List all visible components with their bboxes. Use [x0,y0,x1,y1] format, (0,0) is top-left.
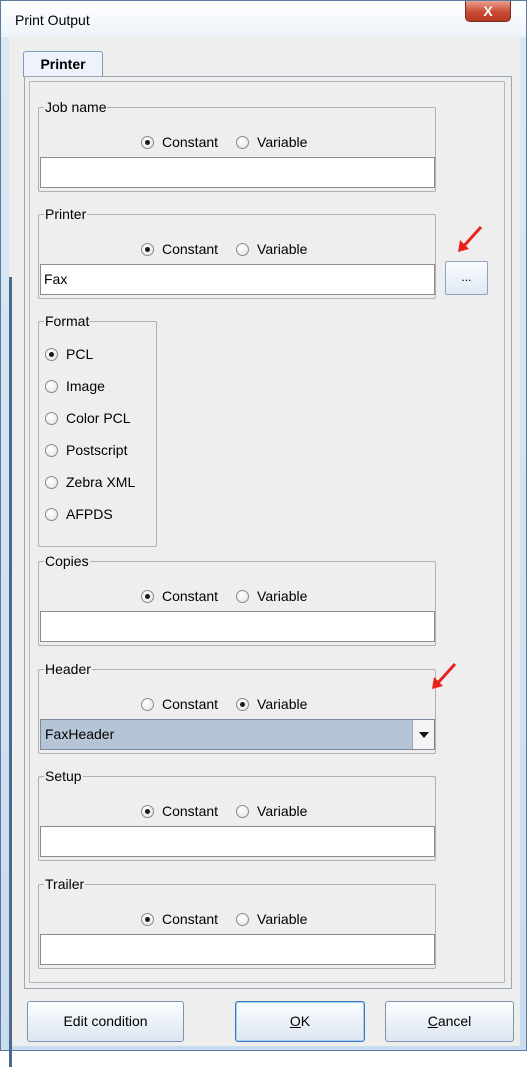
printer-constant-label: Constant [162,241,219,257]
format-option-image[interactable]: Image [45,376,123,396]
format-option-postscript[interactable]: Postscript [45,440,145,460]
header-dropdown[interactable]: FaxHeader [40,719,435,750]
setup-variable-label: Variable [257,803,308,819]
job-name-constant-label: Constant [162,134,219,150]
job-name-variable-radio[interactable] [236,135,250,149]
header-constant-label: Constant [162,696,219,712]
job-name-group: Job name Constant Variable [38,99,436,192]
browse-printer-button[interactable]: ... [445,261,488,295]
format-image-radio[interactable] [45,379,58,393]
cancel-mnemonic: C [427,1013,438,1029]
copies-group: Copies Constant Variable [38,553,436,646]
copies-constant-radio[interactable] [141,589,154,603]
job-name-radio-row: Constant Variable [141,132,325,152]
format-option-zebra-xml[interactable]: Zebra XML [45,472,153,492]
setup-legend: Setup [44,768,83,784]
format-postscript-label: Postscript [66,442,128,458]
left-edge-stripe [9,277,12,1067]
printer-tab-panel: Job name Constant Variable Printer Const… [24,76,512,989]
format-color-pcl-radio[interactable] [45,411,58,425]
setup-constant-radio[interactable] [141,804,154,818]
job-name-variable-label: Variable [257,134,308,150]
header-radio-row: Constant Variable [141,694,325,714]
cancel-button[interactable]: Cancel [385,1001,514,1042]
format-pcl-radio[interactable] [45,347,58,361]
header-dropdown-value: FaxHeader [45,726,115,742]
red-arrow-icon [432,662,457,689]
header-group: Header Constant Variable FaxHeader [38,661,436,754]
header-constant-radio[interactable] [141,697,154,711]
trailer-group: Trailer Constant Variable [38,876,436,969]
format-option-pcl[interactable]: PCL [45,344,111,364]
setup-group: Setup Constant Variable [38,768,436,861]
printer-input[interactable]: Fax [40,264,435,295]
printer-legend: Printer [44,206,88,222]
format-group: Format PCL Image Color PCL Postscript Ze… [38,313,157,547]
trailer-variable-radio[interactable] [236,912,250,926]
copies-variable-radio[interactable] [236,589,250,603]
format-legend: Format [44,313,91,329]
format-afpds-radio[interactable] [45,507,58,521]
title-bar: Print Output X [1,1,526,37]
printer-group: Printer Constant Variable Fax [38,206,436,299]
dialog-body: Printer Job name Constant Variable Print… [9,37,520,1067]
format-afpds-label: AFPDS [66,506,113,522]
header-variable-radio[interactable] [236,697,250,711]
format-zebra-xml-radio[interactable] [45,475,58,489]
setup-variable-radio[interactable] [236,804,250,818]
copies-constant-label: Constant [162,588,219,604]
printer-constant-radio[interactable] [141,242,154,256]
format-color-pcl-label: Color PCL [66,410,131,426]
trailer-input[interactable] [40,934,435,965]
ok-mnemonic: O [289,1013,301,1029]
close-button[interactable]: X [465,1,511,22]
copies-variable-label: Variable [257,588,308,604]
red-arrow-icon [458,225,483,252]
tab-printer[interactable]: Printer [23,51,103,77]
copies-radio-row: Constant Variable [141,586,325,606]
trailer-radio-row: Constant Variable [141,909,325,929]
trailer-constant-label: Constant [162,911,219,927]
job-name-constant-radio[interactable] [141,135,154,149]
format-option-afpds[interactable]: AFPDS [45,504,131,524]
header-variable-label: Variable [257,696,308,712]
format-option-color-pcl[interactable]: Color PCL [45,408,149,428]
setup-input[interactable] [40,826,435,857]
trailer-legend: Trailer [44,876,86,892]
printer-variable-radio[interactable] [236,242,250,256]
job-name-input[interactable] [40,157,435,188]
trailer-variable-label: Variable [257,911,308,927]
trailer-constant-radio[interactable] [141,912,154,926]
print-output-dialog: Print Output X Printer Job name Constant… [0,0,527,1067]
printer-variable-label: Variable [257,241,308,257]
ok-button[interactable]: OK [235,1001,365,1042]
edit-condition-button[interactable]: Edit condition [27,1001,184,1042]
format-pcl-label: PCL [66,346,94,362]
header-legend: Header [44,661,92,677]
cancel-label-rest: ancel [437,1013,472,1029]
copies-legend: Copies [44,553,90,569]
close-icon: X [483,3,493,19]
format-postscript-radio[interactable] [45,443,58,457]
copies-input[interactable] [40,611,435,642]
setup-radio-row: Constant Variable [141,801,325,821]
setup-constant-label: Constant [162,803,219,819]
format-zebra-xml-label: Zebra XML [66,474,136,490]
chevron-down-icon[interactable] [412,720,434,749]
printer-radio-row: Constant Variable [141,239,325,259]
job-name-legend: Job name [44,99,108,115]
format-image-label: Image [66,378,105,394]
window-title: Print Output [15,12,90,28]
ok-label-rest: K [300,1013,311,1029]
